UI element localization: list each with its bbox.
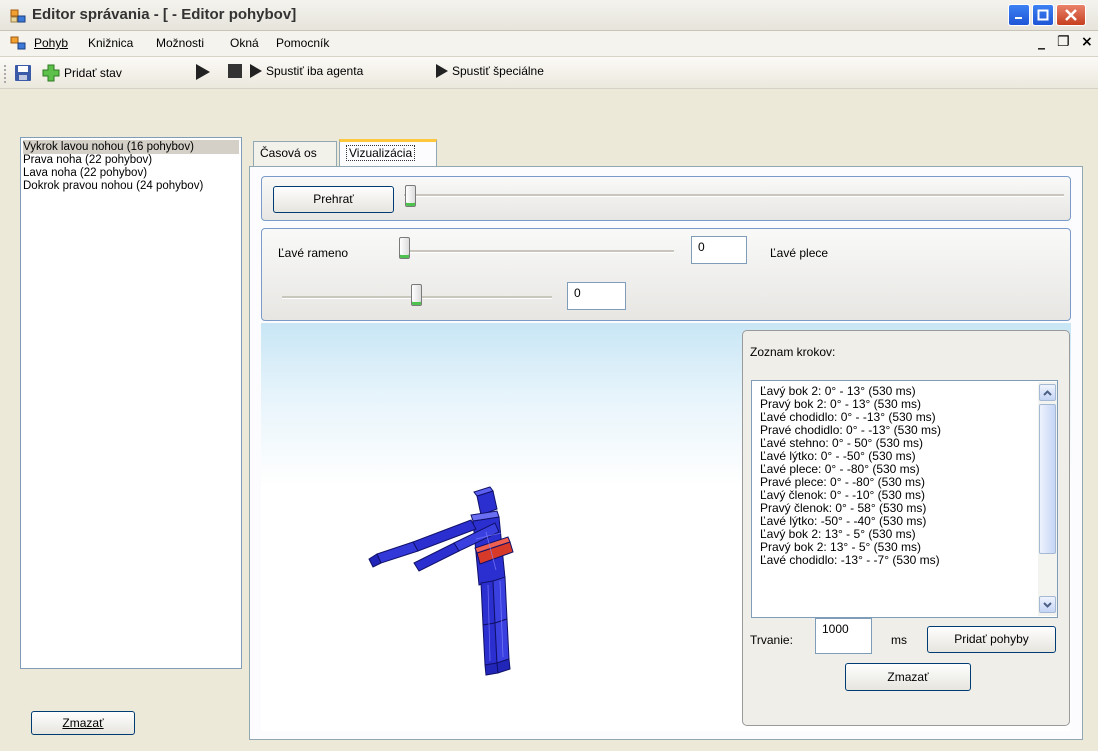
tab-timeline[interactable]: Časová os [253, 141, 337, 166]
chevron-up-icon [1043, 389, 1052, 396]
motions-list[interactable]: Vykrok lavou nohou (16 pohybov) Prava no… [20, 137, 242, 669]
step-item[interactable]: Ľavé chodidlo: -13° - -7° (530 ms) [760, 554, 940, 567]
motions-list-item[interactable]: Lava noha (22 pohybov) [23, 166, 239, 180]
play-visualization-button[interactable]: Prehrať [273, 186, 394, 213]
scroll-down-button[interactable] [1039, 596, 1056, 613]
playback-panel: Prehrať [261, 176, 1071, 221]
tab-visualization[interactable]: Vizualizácia [339, 139, 437, 167]
mdi-minimize-button[interactable]: _ [1038, 34, 1045, 50]
left-arm-value-input[interactable]: 0 [691, 236, 747, 264]
menu-item-pohyb[interactable]: Pohyb [34, 36, 68, 50]
add-state-label: Pridať stav [64, 66, 122, 80]
run-special-button[interactable]: Spustiť špeciálne [436, 64, 544, 78]
menu-item-moznosti[interactable]: Možnosti [156, 36, 204, 50]
add-state-button[interactable]: Pridať stav [42, 64, 122, 82]
mdi-child-icon[interactable] [10, 35, 26, 51]
play-button[interactable] [196, 64, 210, 80]
plus-icon [42, 64, 60, 82]
playback-slider-thumb[interactable] [405, 185, 416, 207]
minimize-icon [1015, 17, 1022, 19]
steps-list[interactable]: Ľavý bok 2: 0° - 13° (530 ms) Pravý bok … [751, 380, 1058, 618]
motions-list-item[interactable]: Prava noha (22 pohybov) [23, 153, 239, 167]
minimize-button[interactable] [1008, 4, 1030, 26]
menu-bar: Pohyb Knižnica Možnosti Okná Pomocník _ … [0, 31, 1098, 57]
run-agent-button[interactable]: Spustiť iba agenta [250, 64, 363, 78]
play-icon [196, 64, 210, 80]
save-button[interactable] [14, 64, 32, 82]
tab-visualization-label: Vizualizácia [346, 145, 416, 161]
add-motions-button[interactable]: Pridať pohyby [927, 626, 1056, 653]
left-shoulder-label: Ľavé plece [770, 246, 829, 260]
steps-title: Zoznam krokov: [750, 345, 836, 359]
run-special-label: Spustiť špeciálne [452, 64, 544, 78]
delete-step-button[interactable]: Zmazať [845, 663, 971, 691]
play-icon [436, 64, 448, 78]
left-shoulder-value-input[interactable]: 0 [567, 282, 626, 310]
toolbar: Pridať stav Spustiť iba agenta Spustiť š… [0, 57, 1098, 89]
playback-slider-track[interactable] [404, 194, 1064, 197]
menu-item-okna[interactable]: Okná [230, 36, 259, 50]
scroll-thumb[interactable] [1039, 404, 1056, 554]
close-button[interactable] [1056, 4, 1086, 26]
toolbar-grip[interactable] [4, 65, 7, 83]
left-arm-label: Ľavé rameno [278, 246, 349, 260]
joint-panel: Ľavé rameno 0 Ľavé plece 0 [261, 228, 1071, 321]
play-icon [250, 64, 262, 78]
maximize-icon [1037, 9, 1049, 21]
duration-label: Trvanie: [750, 633, 793, 647]
duration-unit: ms [891, 633, 907, 647]
stop-button[interactable] [228, 64, 242, 78]
motions-list-item[interactable]: Vykrok lavou nohou (16 pohybov) [23, 140, 239, 154]
duration-input[interactable]: 1000 [815, 618, 872, 654]
motions-list-item[interactable]: Dokrok pravou nohou (24 pohybov) [23, 179, 239, 193]
left-arm-slider-thumb[interactable] [399, 237, 410, 259]
left-arm-slider-track[interactable] [399, 250, 674, 253]
window-title: Editor správania - [ - Editor pohybov] [32, 6, 297, 23]
app-icon [10, 9, 26, 23]
menu-item-pomocnik[interactable]: Pomocník [276, 36, 329, 50]
mdi-close-button[interactable]: × [1081, 34, 1093, 50]
stop-icon [228, 64, 242, 78]
run-agent-label: Spustiť iba agenta [266, 64, 364, 78]
delete-motion-button[interactable]: Zmazať [31, 711, 135, 735]
scroll-up-button[interactable] [1039, 384, 1056, 401]
chevron-down-icon [1043, 601, 1052, 608]
menu-item-kniznica[interactable]: Knižnica [88, 36, 133, 50]
maximize-button[interactable] [1032, 4, 1054, 26]
mdi-restore-button[interactable]: ❐ [1057, 34, 1070, 50]
close-icon [1065, 9, 1077, 21]
left-shoulder-slider-thumb[interactable] [411, 284, 422, 306]
steps-scrollbar[interactable] [1038, 382, 1057, 616]
save-icon [15, 65, 31, 81]
title-bar[interactable]: Editor správania - [ - Editor pohybov] [0, 0, 1098, 31]
editor-window: Editor správania - [ - Editor pohybov] P… [0, 0, 1098, 751]
